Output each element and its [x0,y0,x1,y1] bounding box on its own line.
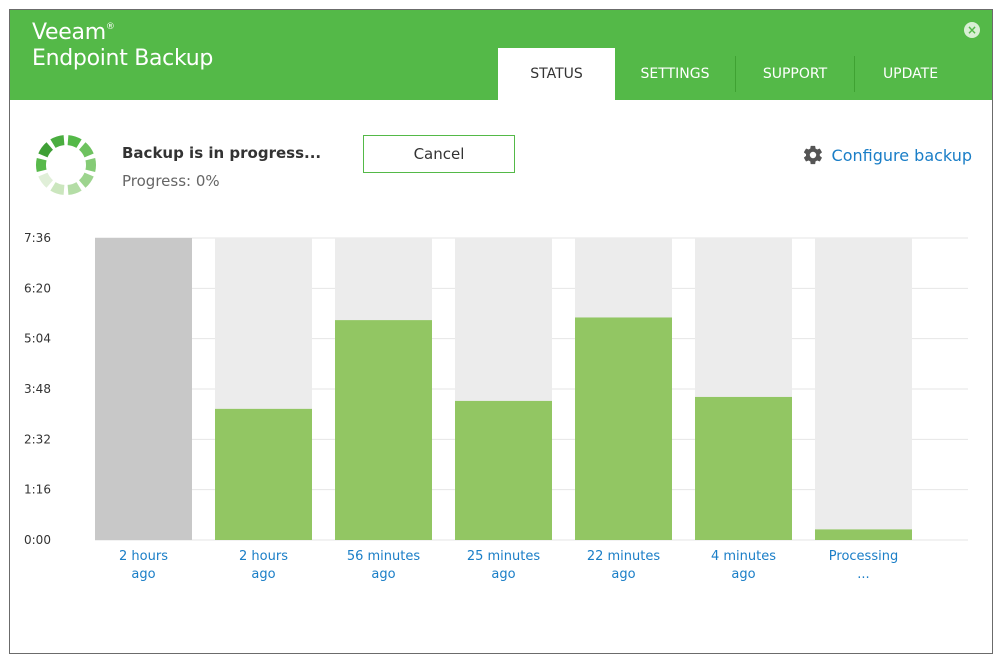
y-tick-label: 7:36 [24,231,51,245]
bar[interactable] [815,529,912,540]
cancel-button[interactable]: Cancel [363,135,515,173]
y-tick-label: 1:16 [24,483,51,497]
x-tick-label[interactable]: 25 minutes ago [454,548,554,584]
y-tick-label: 0:00 [24,533,51,547]
product-name: Endpoint Backup [32,46,214,71]
bar[interactable] [695,396,792,540]
bar[interactable] [575,317,672,540]
spinner-segment [50,135,65,148]
spinner-segment [38,142,53,158]
spinner-segment [50,182,65,195]
x-tick-label[interactable]: Processing ... [814,548,914,584]
brand-name: Veeam® [32,20,115,45]
x-tick-label[interactable]: 4 minutes ago [694,548,794,584]
configure-backup-label: Configure backup [831,145,972,165]
y-tick-label: 3:48 [24,382,51,396]
spinner-segment [79,142,94,158]
x-tick-label[interactable]: 22 minutes ago [574,548,674,584]
spinner-segment [36,158,47,172]
bar[interactable] [455,400,552,540]
tab-status[interactable]: STATUS [498,48,615,100]
loading-spinner-icon [36,135,96,195]
y-tick-label: 5:04 [24,332,51,346]
tab-update[interactable]: UPDATE [855,48,966,100]
backup-duration-chart: 0:00 1:16 2:32 3:48 5:04 6:20 7:36 2 hours ago… [10,220,992,640]
x-tick-label[interactable]: 2 hours ago [94,548,194,584]
spinner-segment [67,182,82,195]
tab-support[interactable]: SUPPORT [736,48,854,100]
x-tick-label[interactable]: 56 minutes ago [334,548,434,584]
bar[interactable] [335,320,432,540]
spinner-segment [67,135,82,148]
y-tick-label: 2:32 [24,432,51,446]
bar[interactable] [215,408,312,540]
app-window: Veeam® Endpoint Backup × STATUS SETTINGS… [9,9,993,654]
spinner-segment [79,172,94,188]
status-title: Backup is in progress... [122,144,322,162]
progress-text: Progress: 0% [122,172,220,190]
gear-icon [803,145,822,165]
tab-settings[interactable]: SETTINGS [615,48,735,100]
y-tick-label: 6:20 [24,281,51,295]
status-panel: Backup is in progress... Progress: 0% Ca… [10,100,992,220]
bar-track [815,238,912,540]
header-bar: Veeam® Endpoint Backup × STATUS SETTINGS… [10,10,992,100]
x-tick-label[interactable]: 2 hours ago [214,548,314,584]
bar-track [95,238,192,540]
spinner-segment [38,172,53,188]
close-icon[interactable]: × [964,22,980,38]
spinner-segment [85,158,96,172]
configure-backup-link[interactable]: Configure backup [802,144,972,166]
